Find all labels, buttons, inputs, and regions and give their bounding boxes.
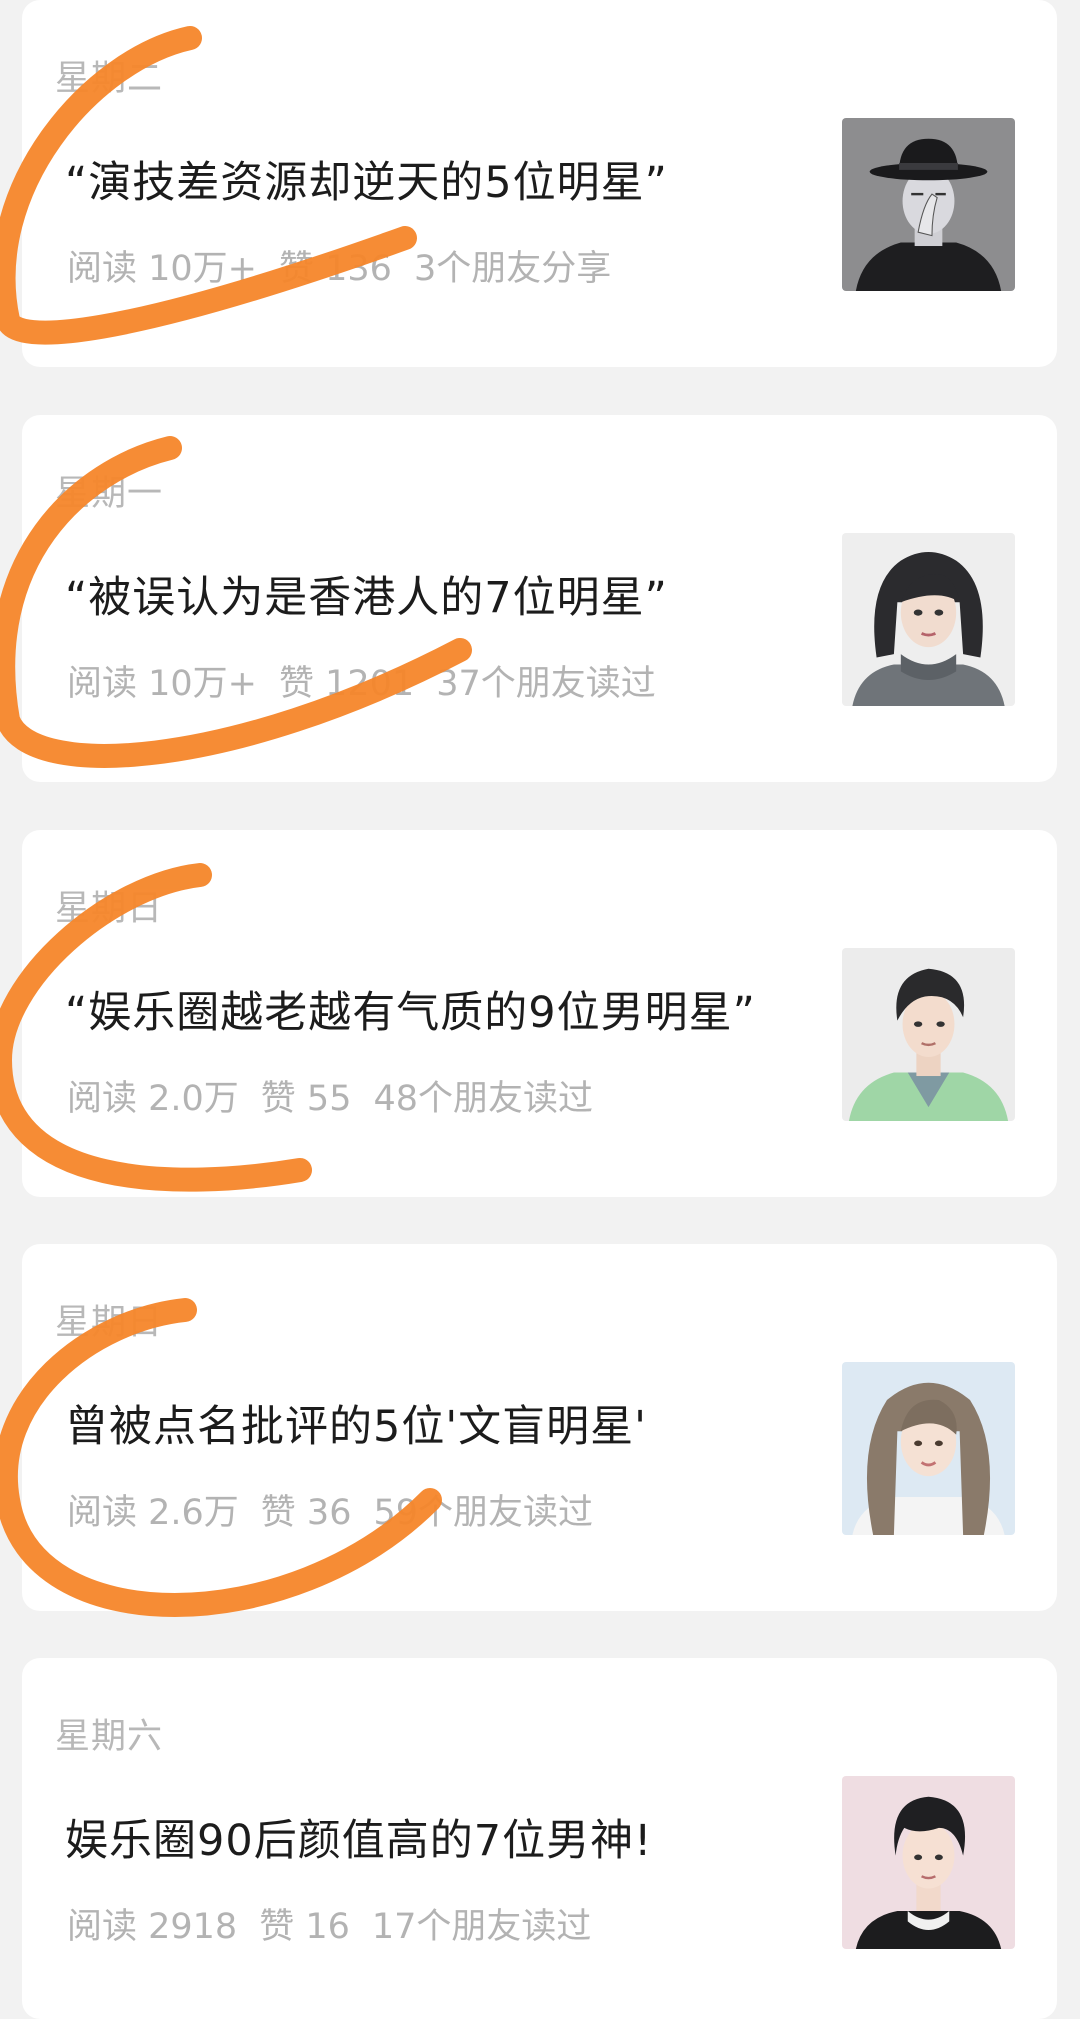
publish-day: 星期日 [55,1303,164,1343]
like-count: 赞 55 [260,1079,352,1119]
like-count: 赞 16 [259,1907,350,1947]
article-title[interactable]: 曾被点名批评的5位'文盲明星' [65,1392,825,1454]
article-card[interactable]: 星期六 娱乐圈90后颜值高的7位男神! 阅读 2918 赞 16 17个朋友读过 [22,1658,1057,2019]
publish-day: 星期六 [55,1717,164,1757]
article-title[interactable]: “被误认为是香港人的7位明星” [65,563,825,625]
like-count: 赞 136 [279,249,392,289]
friend-activity: 59个朋友读过 [373,1493,594,1533]
article-title[interactable]: 娱乐圈90后颜值高的7位男神! [65,1806,825,1868]
article-stats: 阅读 10万+ 赞 1201 37个朋友读过 [67,655,678,706]
friend-activity: 3个朋友分享 [413,249,612,289]
short-haired-woman-avatar-icon[interactable] [842,533,1015,706]
friend-activity: 48个朋友读过 [373,1079,594,1119]
article-card[interactable]: 星期一 “被误认为是香港人的7位明星” 阅读 10万+ 赞 1201 37个朋友读过 [22,415,1057,782]
article-card[interactable]: 星期日 “娱乐圈越老越有气质的9位男明星” 阅读 2.0万赞 55 48个朋友读过 [22,830,1057,1197]
article-stats: 阅读 2.6万赞 36 59个朋友读过 [67,1484,615,1535]
publish-day: 星期日 [55,889,164,929]
man-in-green-jacket-avatar-icon[interactable] [842,948,1015,1121]
read-count: 阅读 2918 [67,1907,238,1947]
publish-day: 星期二 [55,59,164,99]
article-stats: 阅读 10万+ 赞 136 3个朋友分享 [67,240,633,291]
article-stats: 阅读 2918 赞 16 17个朋友读过 [67,1898,613,1949]
article-card[interactable]: 星期日 曾被点名批评的5位'文盲明星' 阅读 2.6万赞 36 59个朋友读过 [22,1244,1057,1611]
friend-activity: 17个朋友读过 [371,1907,592,1947]
article-title[interactable]: “演技差资源却逆天的5位明星” [65,148,825,210]
like-count: 赞 1201 [279,664,415,704]
man-in-fedora-avatar-icon[interactable] [842,118,1015,291]
read-count: 阅读 2.6万 [67,1493,239,1533]
read-count: 阅读 10万+ [67,249,257,289]
young-man-avatar-icon[interactable] [842,1776,1015,1949]
publish-day: 星期一 [55,474,164,514]
friend-activity: 37个朋友读过 [436,664,656,704]
read-count: 阅读 10万+ [67,664,257,704]
read-count: 阅读 2.0万 [67,1079,239,1119]
article-stats: 阅读 2.0万赞 55 48个朋友读过 [67,1070,615,1121]
article-card[interactable]: 星期二 “演技差资源却逆天的5位明星” 阅读 10万+ 赞 136 3个朋友分享 [22,0,1057,367]
article-title[interactable]: “娱乐圈越老越有气质的9位男明星” [65,978,825,1040]
like-count: 赞 36 [260,1493,352,1533]
long-haired-woman-avatar-icon[interactable] [842,1362,1015,1535]
